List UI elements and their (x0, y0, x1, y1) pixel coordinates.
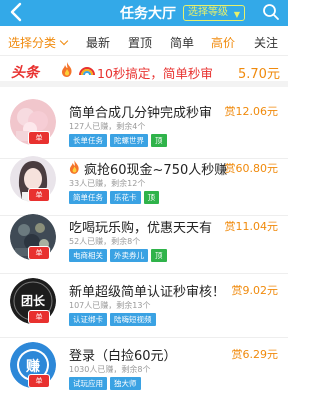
task-meta: 1030人已赚，剩余8个 (69, 365, 151, 374)
task-reward: 赏12.06元 (224, 105, 279, 118)
avatar-badge: 单 (28, 374, 50, 388)
task-tag: 认证绑卡 (69, 313, 107, 326)
task-tag: 乐花卡 (110, 191, 141, 204)
task-item[interactable]: 单 吃喝玩乐购，优惠天天有 赏11.04元 52人已赚，剩余8个 电商相关 外卖券… (0, 208, 288, 274)
task-tag: 简单任务 (69, 191, 107, 204)
select-level-label: 选择等级 (188, 7, 228, 18)
task-meta: 107人已赚，剩余13个 (69, 301, 151, 310)
task-reward: 赏6.29元 (231, 348, 279, 361)
filter-follow[interactable]: 关注 (254, 34, 278, 51)
task-tag: 陆嗨短视频 (110, 313, 156, 326)
headline-banner[interactable]: 头条 10秒搞定，简单秒审 5.70元 (0, 57, 288, 87)
avatar-label: 团长 (20, 294, 45, 308)
task-item[interactable]: 团长 单 新单超级简单认证秒审核！ 赏9.02元 107人已赚，剩余13个 认证… (0, 272, 288, 338)
select-level-button[interactable]: 选择等级 ▼ (183, 5, 245, 21)
task-title: 疯抢60现金~750人秒赚 (84, 163, 228, 178)
top-tag: 顶 (151, 134, 167, 147)
task-meta: 33人已赚，剩余12个 (69, 179, 146, 188)
task-item[interactable]: 赚 单 登录（白捡60元） 赏6.29元 1030人已赚，剩余8个 试玩应用 独大… (0, 336, 288, 397)
top-bar: 任务大厅 选择等级 ▼ (0, 0, 288, 26)
dropdown-arrow-icon: ▼ (233, 10, 240, 19)
page-title: 任务大厅 (120, 6, 176, 22)
task-tag: 试玩应用 (69, 377, 107, 390)
avatar-label: 赚 (26, 359, 40, 375)
task-tags: 简单任务 乐花卡顶 (69, 191, 162, 205)
avatar-badge: 单 (28, 131, 50, 145)
task-tag: 电商相关 (69, 249, 107, 262)
task-tag: 陀螺世界 (110, 134, 148, 147)
task-tag: 外卖券儿 (110, 249, 148, 262)
task-meta: 127人已赚，剩余4个 (69, 122, 146, 131)
task-tags: 电商相关 外卖券儿顶 (69, 249, 170, 263)
task-title: 登录（白捡60元） (69, 349, 177, 364)
task-tags: 试玩应用 独大师 (69, 377, 144, 391)
fire-icon (69, 160, 79, 174)
search-icon[interactable] (262, 3, 280, 21)
task-title: 吃喝玩乐购，优惠天天有 (69, 221, 213, 236)
top-tag: 顶 (151, 249, 167, 262)
task-title: 简单合成几分钟完成秒审 (69, 106, 213, 121)
top-tag: 顶 (143, 191, 159, 204)
task-tag: 长单任务 (69, 134, 107, 147)
filter-simple[interactable]: 简单 (170, 34, 194, 51)
back-arrow-icon[interactable] (8, 2, 26, 22)
filter-category-label: 选择分类 (8, 36, 57, 50)
filter-top[interactable]: 置顶 (128, 34, 152, 51)
avatar-badge: 单 (28, 188, 50, 202)
avatar-badge: 单 (28, 246, 50, 260)
fire-icon (62, 62, 72, 77)
filter-latest[interactable]: 最新 (86, 34, 110, 51)
task-tags: 长单任务 陀螺世界顶 (69, 134, 170, 148)
task-meta: 52人已赚，剩余8个 (69, 237, 141, 246)
rainbow-icon (79, 67, 95, 76)
chevron-down-icon (59, 36, 69, 46)
task-item[interactable]: 单 疯抢60现金~750人秒赚 赏60.80元 33人已赚，剩余12个 简单任务… (0, 150, 288, 216)
task-reward: 赏9.02元 (231, 284, 279, 297)
headline-text: 10秒搞定，简单秒审 (97, 66, 213, 81)
avatar-badge: 单 (28, 310, 50, 324)
headline-price: 5.70元 (238, 67, 280, 82)
headline-tag: 头条 (11, 65, 39, 81)
filter-high-price[interactable]: 高价 (211, 34, 235, 51)
task-tag: 独大师 (110, 377, 141, 390)
filter-bar: 选择分类 最新 置顶 简单 高价 关注 (0, 26, 288, 56)
filter-category[interactable]: 选择分类 (8, 34, 69, 51)
task-title: 新单超级简单认证秒审核！ (69, 285, 226, 300)
task-reward: 赏60.80元 (224, 162, 279, 175)
task-reward: 赏11.04元 (224, 220, 279, 233)
task-tags: 认证绑卡 陆嗨短视频 (69, 313, 159, 327)
